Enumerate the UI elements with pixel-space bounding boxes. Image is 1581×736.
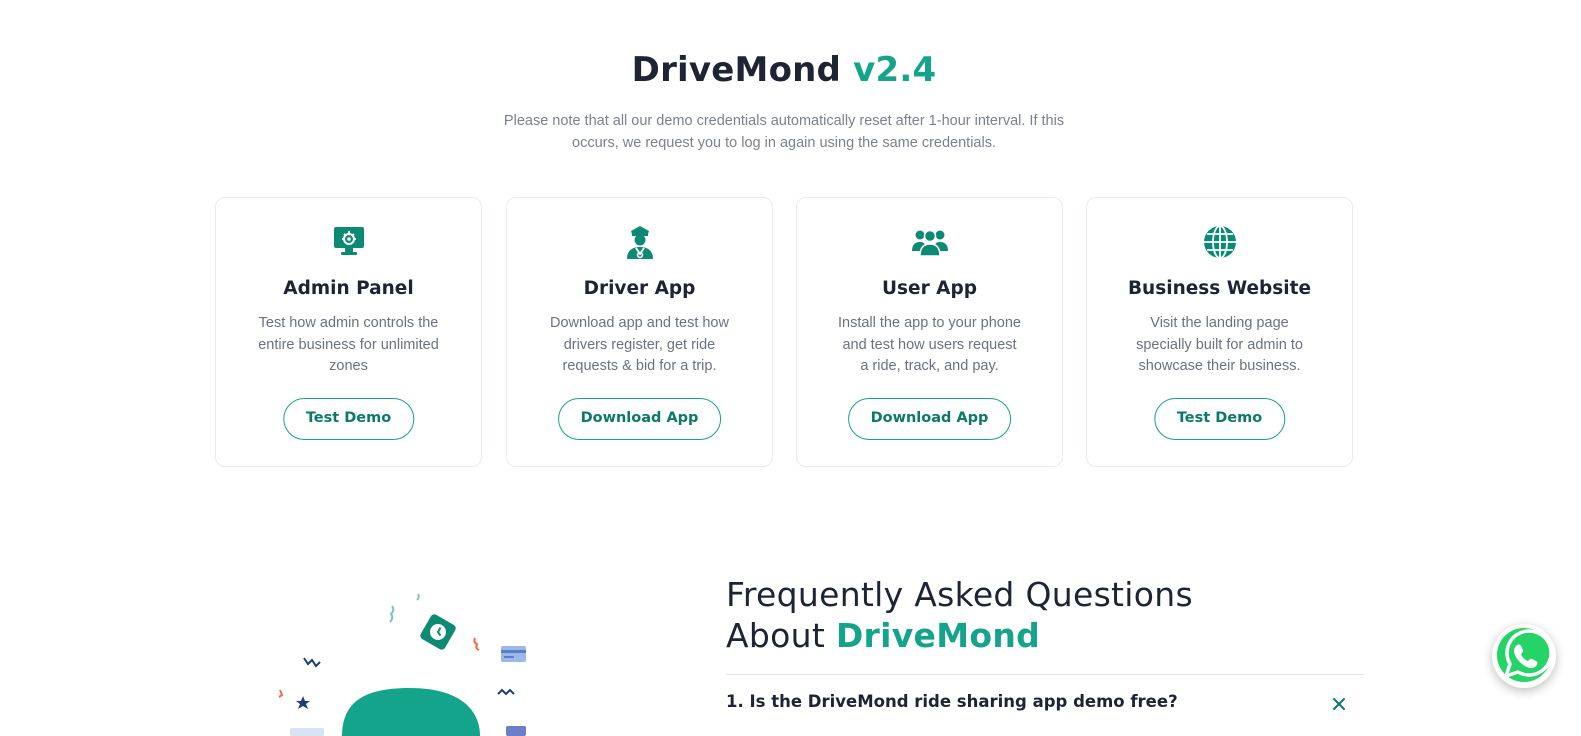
card-business-website: Business Website Visit the landing page … (1086, 197, 1353, 467)
title-brand: DriveMond (631, 50, 842, 90)
user-download-app-button[interactable]: Download App (847, 398, 1012, 440)
whatsapp-icon (1497, 628, 1553, 682)
card-user-app: User App Install the app to your phone a… (796, 197, 1063, 467)
faq-title: Frequently Asked Questions About DriveMo… (726, 574, 1193, 656)
users-group-icon (797, 224, 1062, 260)
driver-download-app-button[interactable]: Download App (557, 398, 722, 440)
business-test-demo-button[interactable]: Test Demo (1153, 398, 1286, 440)
driver-person-icon (507, 224, 772, 260)
close-icon[interactable] (1330, 695, 1348, 713)
faq-title-line1: Frequently Asked Questions (726, 575, 1193, 614)
card-description: Download app and test how drivers regist… (550, 315, 729, 374)
card-title: Admin Panel (283, 278, 414, 299)
card-driver-app: Driver App Download app and test how dri… (506, 197, 773, 467)
demo-notice: Please note that all our demo credential… (503, 113, 1065, 151)
faq-title-prefix: About (726, 616, 836, 655)
card-title: Business Website (1127, 278, 1312, 299)
faq-illustration (270, 580, 550, 736)
card-title: Driver App (583, 278, 696, 299)
page-title: DriveMond v2.4 (0, 50, 1568, 90)
faq-divider (726, 674, 1364, 675)
globe-icon (1087, 224, 1352, 260)
admin-monitor-gear-icon (216, 224, 481, 260)
faq-title-line2: About DriveMond (726, 615, 1193, 656)
whatsapp-button[interactable] (1492, 624, 1556, 688)
title-version: v2.4 (853, 50, 937, 90)
card-admin-panel: Admin Panel Test how admin controls the … (215, 197, 482, 467)
card-description: Visit the landing page specially built f… (1136, 315, 1303, 374)
card-description: Install the app to your phone and test h… (838, 315, 1021, 374)
card-description: Test how admin controls the entire busin… (258, 315, 439, 374)
admin-test-demo-button[interactable]: Test Demo (282, 398, 415, 440)
faq-title-brand: DriveMond (835, 616, 1041, 655)
card-title: User App (882, 278, 977, 299)
faq-question-1[interactable]: 1. Is the DriveMond ride sharing app dem… (726, 692, 1178, 711)
